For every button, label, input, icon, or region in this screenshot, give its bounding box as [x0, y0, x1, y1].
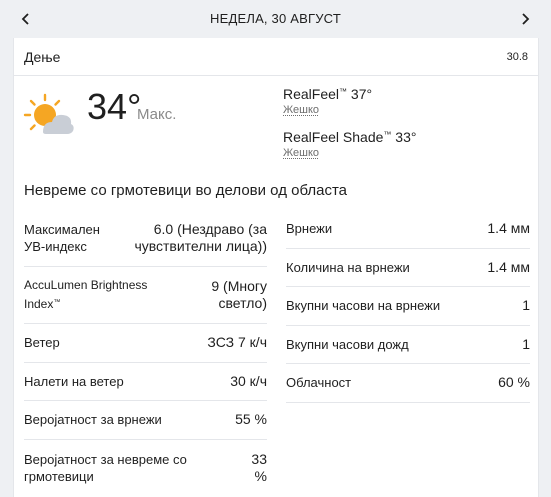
details-right-column: Врнежи 1.4 мм Количина на врнежи 1.4 мм … [286, 210, 530, 403]
current-conditions: 34° Макс. RealFeel™ 37° Жешко RealFeel S… [14, 76, 538, 179]
partly-sunny-icon [23, 93, 74, 134]
detail-value: 33 [251, 450, 267, 467]
date-title: НЕДЕЛА, 30 АВГУСТ [210, 11, 341, 26]
detail-row-wind-gusts: Налети на ветер 30 к/ч [24, 363, 267, 401]
trademark-mark: ™ [339, 87, 348, 96]
day-forecast-card: Дење 30.8 34° Макс. RealFeel™ 37° Жешко … [13, 38, 539, 497]
detail-label: УВ-индекс [24, 239, 87, 254]
detail-label: Вкупни часови дожд [286, 336, 409, 352]
detail-label: Максимален [24, 222, 100, 237]
detail-row-precipitation: Врнежи 1.4 мм [286, 210, 530, 249]
date-navigation-bar: НЕДЕЛА, 30 АВГУСТ [0, 0, 551, 38]
realfeel: RealFeel™ 37° Жешко [283, 86, 372, 116]
next-day-button[interactable] [505, 0, 545, 38]
weather-phrase: Невреме со грмотевици во делови од облас… [24, 182, 348, 199]
detail-row-uv-index: Максимален УВ-индекс 6.0 (Нездраво (за чув… [24, 210, 267, 267]
detail-label: Веројатност за врнежи [24, 412, 162, 428]
temperature-label: Макс. [137, 106, 177, 123]
detail-row-hours-of-precipitation: Вкупни часови на врнежи 1 [286, 287, 530, 326]
detail-row-hours-of-rain: Вкупни часови дожд 1 [286, 326, 530, 364]
detail-label: Ветер [24, 335, 60, 351]
detail-label: Вкупни часови на врнежи [286, 298, 441, 314]
detail-value: 9 (Многу [211, 278, 267, 294]
detail-row-precipitation-amount: Количина на врнежи 1.4 мм [286, 249, 530, 287]
detail-value: 1.4 мм [487, 258, 530, 275]
realfeel-shade-description[interactable]: Жешко [283, 147, 416, 159]
detail-label: грмотевици [24, 468, 94, 484]
detail-value: 6.0 (Нездраво (за [153, 221, 267, 237]
previous-day-button[interactable] [6, 0, 46, 38]
detail-row-thunderstorm-probability: Веројатност за невреме со грмотевици 33% [24, 440, 267, 496]
trademark-mark: ™ [383, 130, 392, 139]
detail-label: Количина на врнежи [286, 259, 410, 275]
realfeel-shade-label: RealFeel Shade [283, 129, 384, 145]
details-left-column: Максимален УВ-индекс 6.0 (Нездраво (за чув… [24, 210, 267, 496]
temperature-value: 34° [87, 86, 142, 127]
detail-value: % [254, 467, 267, 484]
detail-label: Врнежи [286, 221, 333, 237]
card-header: Дење 30.8 [14, 38, 538, 76]
detail-label: Index [24, 297, 54, 311]
realfeel-shade-value: 33° [395, 129, 417, 145]
realfeel-label: RealFeel [283, 86, 340, 102]
realfeel-value: 37° [350, 86, 373, 102]
detail-value: 1 [522, 335, 530, 352]
detail-row-brightness-index: AccuLumen Brightness Index™ 9 (Многу светл… [24, 267, 267, 324]
detail-value: 1.4 мм [487, 220, 530, 237]
detail-row-precipitation-probability: Веројатност за врнежи 55 % [24, 401, 267, 440]
period-label: Дење [24, 48, 61, 65]
detail-value: ЗСЗ 7 к/ч [207, 334, 267, 351]
chevron-left-icon [21, 13, 29, 25]
chevron-right-icon [522, 13, 530, 25]
realfeel-description[interactable]: Жешко [283, 104, 372, 116]
detail-value: 1 [522, 297, 530, 314]
detail-value: 30 к/ч [230, 372, 267, 389]
detail-value: 60 % [498, 374, 530, 391]
trademark-mark: ™ [53, 299, 61, 306]
detail-value: светло) [218, 295, 267, 311]
detail-value: чувствителни лица)) [134, 238, 267, 254]
detail-label: Веројатност за невреме со [24, 451, 187, 467]
detail-value: 55 % [235, 411, 267, 428]
detail-row-wind: Ветер ЗСЗ 7 к/ч [24, 324, 267, 363]
detail-label: Налети на ветер [24, 373, 124, 389]
card-date: 30.8 [506, 50, 528, 63]
detail-label: Облачност [286, 375, 352, 391]
detail-label: AccuLumen Brightness [24, 278, 148, 292]
realfeel-shade: RealFeel Shade™ 33° Жешко [283, 129, 416, 159]
detail-row-cloud-cover: Облачност 60 % [286, 364, 530, 403]
